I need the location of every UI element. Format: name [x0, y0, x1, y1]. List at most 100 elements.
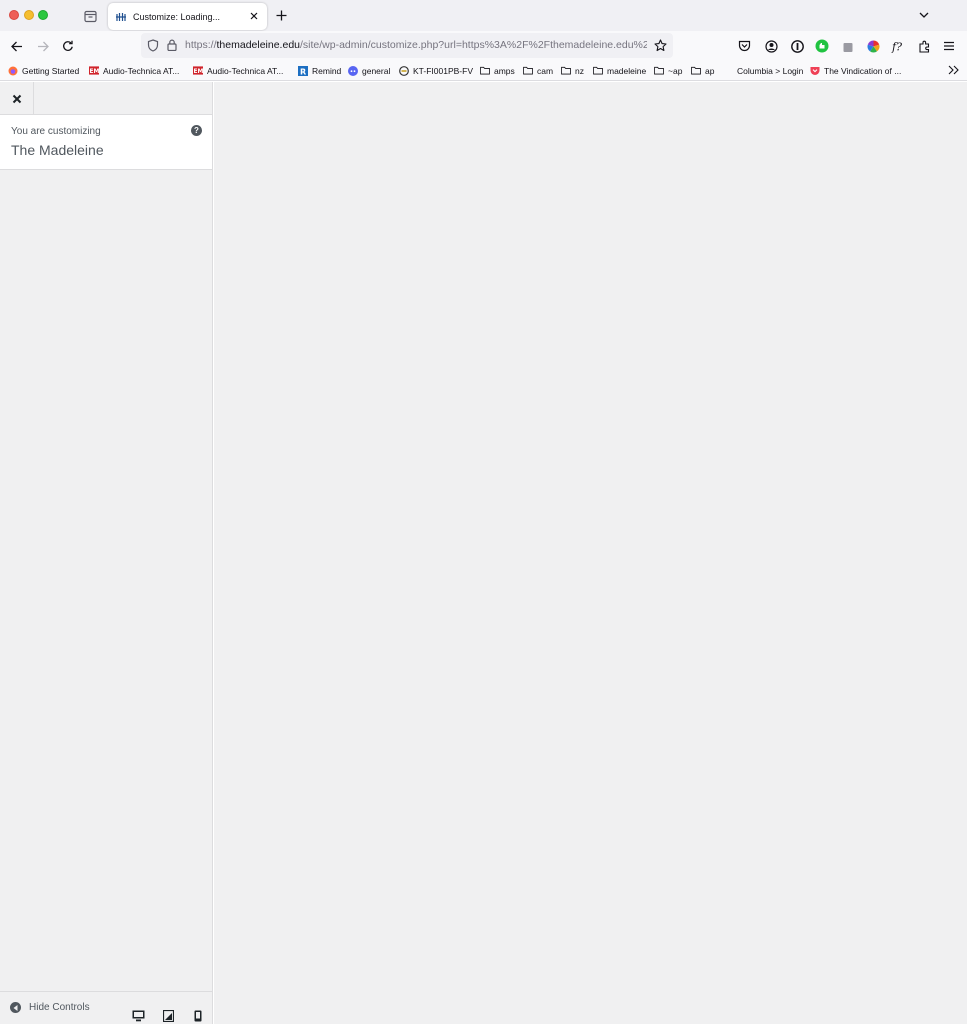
tab-close-button[interactable] [248, 10, 260, 22]
window-close-button[interactable] [9, 10, 19, 20]
bookmark-label: madeleine [607, 65, 647, 76]
close-icon [12, 94, 21, 103]
back-button[interactable] [9, 38, 25, 54]
tablet-icon [162, 1010, 174, 1022]
preview-tablet-button[interactable] [161, 1009, 175, 1023]
svg-text:f?: f? [891, 40, 902, 53]
bookmark-label: Remind [312, 65, 342, 76]
bookmark-item[interactable]: general [348, 64, 390, 77]
bookmark-label: The Vindication of ... [824, 65, 902, 76]
folder-icon [654, 66, 664, 76]
arrow-right-icon [38, 41, 49, 51]
hide-controls-button[interactable]: Hide Controls [10, 1002, 90, 1013]
bookmark-label: Columbia > Login [737, 65, 804, 76]
tab-strip: Customize: Loading... [0, 0, 967, 31]
password-manager-extension-button[interactable] [789, 38, 805, 54]
arrow-left-circle-icon [10, 1002, 21, 1013]
badged-extension-button[interactable] [840, 38, 856, 54]
bookmark-item[interactable]: R Remind [298, 64, 341, 77]
folder-icon [523, 66, 533, 76]
font-extension-button[interactable]: f? [891, 38, 907, 54]
window-zoom-button[interactable] [38, 10, 48, 20]
svg-text:EM: EM [193, 69, 203, 75]
font-question-icon: f? [891, 40, 902, 53]
preview-desktop-button[interactable] [131, 1009, 145, 1023]
green-extension-icon [815, 39, 829, 53]
firefox-icon [8, 66, 18, 76]
new-tab-button[interactable] [274, 8, 288, 22]
pocket-icon [738, 40, 750, 52]
bookmark-folder[interactable]: nz [561, 64, 584, 77]
bookmark-folder[interactable]: ap [691, 64, 714, 77]
bookmark-label: cam [537, 65, 554, 76]
svg-text:EM: EM [89, 69, 99, 75]
color-wheel-extension-button[interactable] [865, 38, 881, 54]
color-wheel-icon [866, 39, 880, 53]
svg-text:R: R [300, 67, 306, 76]
url-text[interactable]: https://themadeleine.edu/site/wp-admin/c… [185, 39, 647, 51]
bookmarks-overflow-button[interactable] [948, 64, 959, 78]
bookmark-folder[interactable]: amps [480, 64, 515, 77]
close-icon [250, 12, 258, 20]
forward-button[interactable] [35, 38, 51, 54]
bookmark-folder[interactable]: ~ap [654, 64, 682, 77]
customizer-info-panel: You are customizing The Madeleine ? [0, 115, 212, 170]
audio-technica-icon: EM [89, 66, 99, 76]
plus-icon [276, 10, 286, 20]
folder-icon [691, 66, 701, 76]
customizer-preview-frame [214, 82, 967, 1024]
bookmark-item[interactable]: EM Audio-Technica AT... [193, 64, 283, 77]
blank-icon [723, 66, 733, 76]
double-chevron-right-icon [948, 65, 959, 75]
tracking-protection-shield-icon[interactable] [147, 39, 159, 52]
bookmark-label: KT-FI001PB-FV [413, 65, 473, 76]
bookmark-item[interactable]: Columbia > Login [723, 64, 803, 77]
password-manager-icon [790, 39, 804, 53]
url-path: /site/wp-admin/customize.php?url=https%3… [300, 39, 647, 51]
madeleine-favicon-icon [115, 11, 127, 22]
navigation-toolbar: https://themadeleine.edu/site/wp-admin/c… [0, 31, 967, 76]
help-button[interactable]: ? [191, 125, 202, 136]
bookmark-folder[interactable]: madeleine [593, 64, 646, 77]
bookmark-star-icon[interactable] [654, 39, 667, 52]
list-all-tabs-button[interactable] [917, 9, 931, 21]
firefox-view-button[interactable] [81, 7, 99, 25]
desktop-icon [132, 1010, 144, 1022]
bookmark-label: nz [575, 65, 584, 76]
customizer-close-button[interactable] [0, 82, 34, 115]
firefox-view-icon [83, 10, 97, 22]
customizer-header [0, 82, 212, 115]
url-scheme: https:// [185, 39, 217, 51]
green-extension-button[interactable] [814, 38, 830, 54]
address-bar[interactable]: https://themadeleine.edu/site/wp-admin/c… [141, 33, 673, 58]
customizer-footer: Hide Controls [0, 991, 212, 1024]
window-minimize-button[interactable] [24, 10, 34, 20]
pocket-icon [810, 66, 820, 76]
account-icon [764, 39, 778, 53]
reload-button[interactable] [60, 38, 76, 54]
bookmark-label: ~ap [668, 65, 683, 76]
tab-customize[interactable]: Customize: Loading... [108, 3, 267, 30]
preview-mobile-button[interactable] [191, 1009, 205, 1023]
pocket-button[interactable] [736, 38, 752, 54]
extension-puzzle-icon [843, 42, 852, 52]
account-button[interactable] [763, 38, 779, 54]
url-domain: themadeleine.edu [216, 39, 300, 51]
bookmark-label: Audio-Technica AT... [103, 65, 180, 76]
bookmark-item[interactable]: EM Audio-Technica AT... [89, 64, 179, 77]
bookmark-label: amps [494, 65, 515, 76]
bookmark-item[interactable]: KT-FI001PB-FV [399, 64, 473, 77]
site-icon [399, 65, 409, 76]
folder-icon [480, 66, 490, 76]
customizer-sidebar: You are customizing The Madeleine ? Hide… [0, 82, 213, 1024]
app-menu-button[interactable] [941, 38, 957, 54]
bookmark-folder[interactable]: cam [523, 64, 553, 77]
folder-icon [593, 66, 603, 76]
puzzle-piece-icon [918, 40, 929, 53]
bookmark-item[interactable]: The Vindication of ... [810, 64, 901, 77]
bookmark-item[interactable]: Getting Started [8, 64, 79, 77]
extensions-button[interactable] [916, 38, 932, 54]
customizing-label: You are customizing [11, 126, 101, 137]
lock-icon[interactable] [167, 39, 177, 51]
tab-title: Customize: Loading... [133, 11, 221, 22]
